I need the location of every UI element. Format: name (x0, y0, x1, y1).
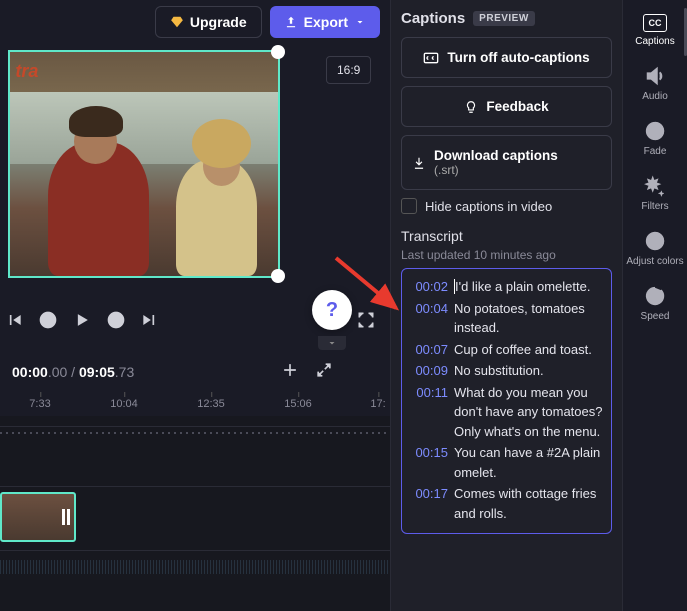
export-label: Export (304, 14, 348, 30)
play-icon[interactable] (72, 310, 92, 330)
skip-forward-icon[interactable] (140, 310, 160, 330)
hide-captions-label: Hide captions in video (425, 199, 552, 214)
caption-text: I'd like a plain omelette. (454, 277, 590, 297)
caption-text: You can have a #2A plain omelet. (454, 443, 603, 482)
turnoff-label: Turn off auto-captions (447, 50, 589, 65)
fullscreen-icon[interactable] (356, 310, 376, 330)
caption-text: Comes with cottage fries and rolls. (454, 484, 603, 523)
rail-captions[interactable]: CC Captions (635, 14, 674, 47)
video-thumbnail: tra (10, 52, 278, 276)
caption-text: What do you mean you don't have any toma… (454, 383, 603, 442)
forward-5-icon[interactable]: 5 (106, 310, 126, 330)
rail-fade[interactable]: Fade (644, 120, 667, 157)
export-button[interactable]: Export (270, 6, 380, 38)
feedback-button[interactable]: Feedback (401, 86, 612, 127)
timestamp: 00:17 (410, 484, 448, 523)
timestamp: 00:02 (410, 277, 448, 297)
help-button[interactable]: ? (312, 290, 352, 330)
ruler-tick: 15:06 (284, 398, 312, 410)
filters-icon (644, 175, 666, 197)
skip-back-icon[interactable] (4, 310, 24, 330)
download-sublabel: (.srt) (434, 163, 558, 177)
ruler-tick: 12:35 (197, 398, 225, 410)
current-time: 00:00 (12, 364, 48, 380)
transcript-editor[interactable]: 00:02I'd like a plain omelette. 00:04No … (401, 268, 612, 534)
caption-text: No potatoes, tomatoes instead. (454, 299, 603, 338)
rail-filters[interactable]: Filters (641, 175, 668, 212)
lightbulb-icon (464, 100, 478, 114)
preview-badge: PREVIEW (473, 11, 535, 26)
hide-captions-checkbox[interactable] (401, 198, 417, 214)
speed-icon (644, 285, 666, 307)
feedback-label: Feedback (486, 99, 548, 114)
zoom-out-icon[interactable] (314, 360, 334, 380)
timeline-ruler[interactable]: 7:33 10:04 12:35 15:06 17: (0, 398, 390, 416)
download-icon (412, 156, 426, 170)
contrast-icon (644, 230, 666, 252)
video-preview[interactable]: tra (8, 50, 280, 278)
waveform-track (0, 432, 390, 434)
cc-off-icon (423, 51, 439, 65)
diamond-icon (170, 15, 184, 29)
ruler-tick: 10:04 (110, 398, 138, 410)
fade-icon (644, 120, 666, 142)
timestamp: 00:15 (410, 443, 448, 482)
chevron-down-icon (354, 16, 366, 28)
transcript-heading: Transcript (401, 228, 612, 244)
timestamp: 00:11 (410, 383, 448, 442)
video-clip[interactable] (0, 492, 76, 542)
audio-waveform (0, 560, 390, 574)
svg-text:5: 5 (46, 316, 50, 325)
ruler-tick: 7:33 (29, 398, 50, 410)
right-sidebar: CC Captions Audio Fade Filters Adjust co… (622, 0, 687, 611)
turnoff-captions-button[interactable]: Turn off auto-captions (401, 37, 612, 78)
add-icon[interactable] (280, 360, 300, 380)
aspect-ratio-button[interactable]: 16:9 (326, 56, 371, 84)
collapse-toggle[interactable] (318, 336, 346, 350)
captions-panel: Captions PREVIEW Turn off auto-captions … (390, 0, 622, 611)
pause-icon (62, 509, 70, 525)
timecode: 00:00.00 / 09:05.73 (12, 364, 134, 380)
timestamp: 00:07 (410, 340, 448, 360)
timeline[interactable] (0, 416, 390, 611)
rail-speed[interactable]: Speed (641, 285, 670, 322)
ruler-tick: 17: (370, 398, 385, 410)
upgrade-button[interactable]: Upgrade (155, 6, 262, 38)
svg-text:5: 5 (114, 316, 118, 325)
timestamp: 00:09 (410, 361, 448, 381)
timestamp: 00:04 (410, 299, 448, 338)
last-updated: Last updated 10 minutes ago (401, 248, 612, 262)
rail-adjust-colors[interactable]: Adjust colors (626, 230, 683, 267)
upload-icon (284, 15, 298, 29)
chevron-down-icon (326, 337, 338, 349)
download-captions-button[interactable]: Download captions (.srt) (401, 135, 612, 190)
caption-text: No substitution. (454, 361, 544, 381)
captions-title: Captions (401, 10, 465, 27)
speaker-icon (644, 65, 666, 87)
caption-text: Cup of coffee and toast. (454, 340, 592, 360)
download-label: Download captions (434, 148, 558, 163)
cc-icon: CC (643, 14, 667, 32)
rewind-5-icon[interactable]: 5 (38, 310, 58, 330)
rail-audio[interactable]: Audio (642, 65, 668, 102)
upgrade-label: Upgrade (190, 14, 247, 30)
